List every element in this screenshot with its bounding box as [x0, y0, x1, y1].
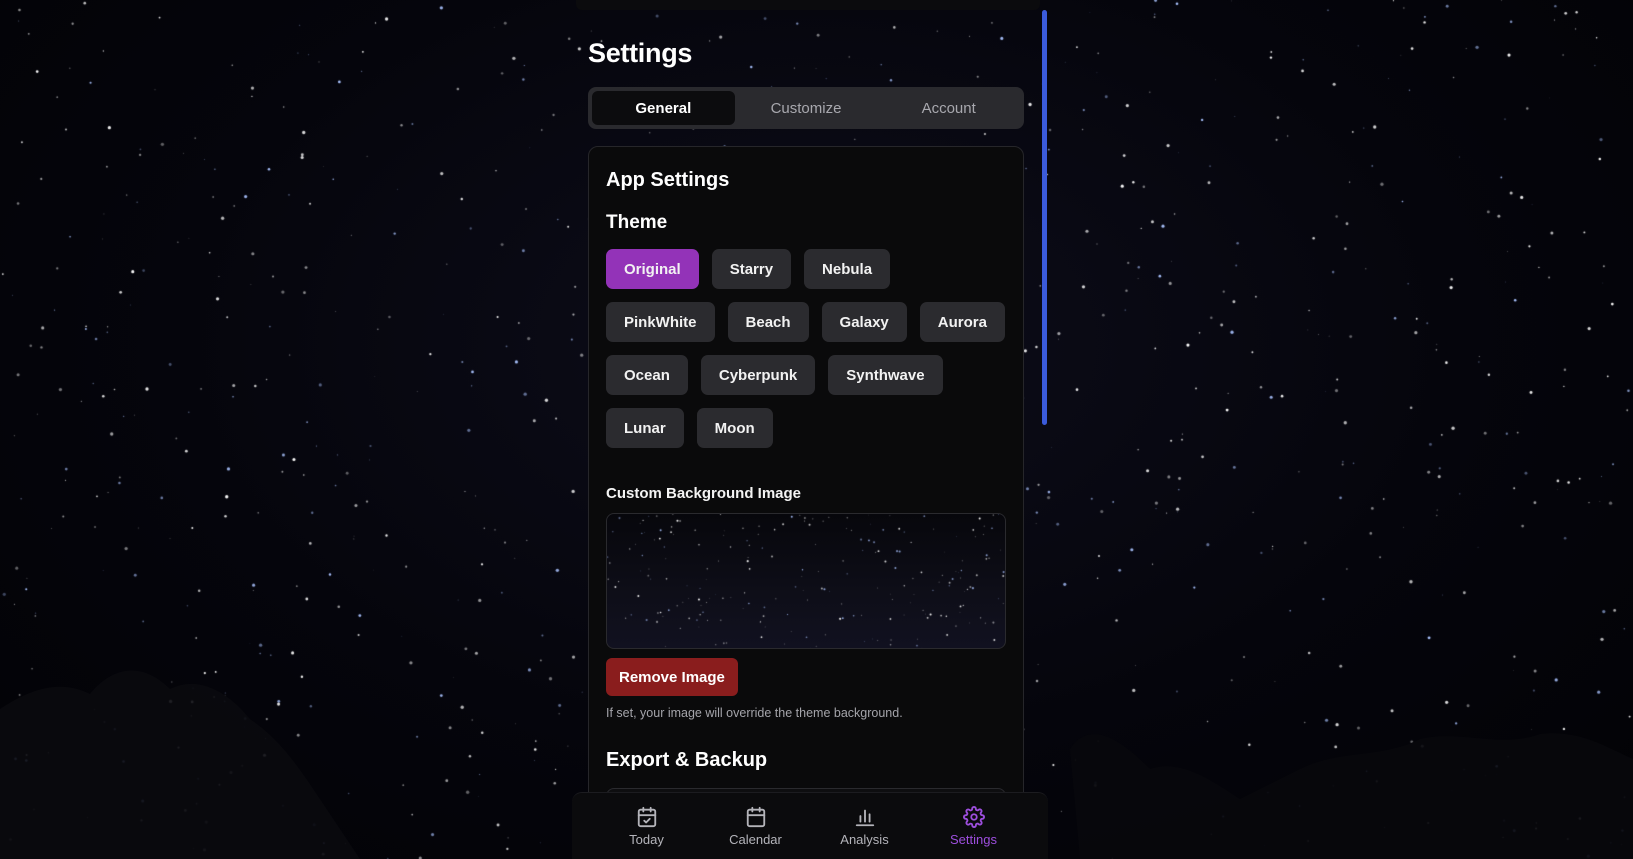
tab-general[interactable]: General [592, 91, 735, 125]
calendar-check-icon [637, 806, 656, 827]
theme-button-starry[interactable]: Starry [711, 249, 792, 289]
theme-button-original[interactable]: Original [606, 249, 699, 289]
background-hint: If set, your image will override the the… [606, 706, 903, 720]
theme-button-ocean[interactable]: Ocean [606, 355, 688, 395]
theme-button-aurora[interactable]: Aurora [919, 302, 1005, 342]
scrollbar-thumb[interactable] [1042, 10, 1047, 425]
theme-button-nebula[interactable]: Nebula [804, 249, 891, 289]
nav-item-calendar[interactable]: Calendar [716, 806, 796, 847]
nav-label-analysis: Analysis [840, 831, 889, 847]
page-title: Settings [588, 38, 693, 68]
settings-tabs: General Customize Account [588, 87, 1024, 129]
theme-button-moon[interactable]: Moon [696, 408, 773, 448]
export-backup-heading: Export & Backup [606, 749, 768, 771]
tab-account[interactable]: Account [877, 91, 1020, 125]
calendar-icon [746, 806, 765, 827]
theme-button-lunar[interactable]: Lunar [606, 408, 684, 448]
settings-panel: Settings General Customize Account App S… [572, 0, 1044, 859]
theme-button-beach[interactable]: Beach [727, 302, 809, 342]
custom-background-label: Custom Background Image [606, 485, 802, 502]
app-settings-title: App Settings [606, 169, 730, 191]
theme-options: Original Starry Nebula PinkWhite Beach G… [606, 249, 1006, 448]
nav-label-settings: Settings [950, 831, 997, 847]
nav-item-analysis[interactable]: Analysis [825, 806, 905, 847]
app-settings-card: App Settings Theme Original Starry Nebul… [588, 146, 1024, 806]
nav-item-settings[interactable]: Settings [934, 805, 1014, 847]
theme-button-cyberpunk[interactable]: Cyberpunk [700, 355, 816, 395]
bar-chart-icon [855, 809, 874, 826]
theme-heading: Theme [606, 212, 668, 233]
preview-starfield [607, 514, 1005, 648]
nav-label-today: Today [629, 831, 664, 847]
theme-button-galaxy[interactable]: Galaxy [821, 302, 907, 342]
nav-label-calendar: Calendar [729, 831, 782, 847]
bottom-navigation: Today Calendar Analysis Settings [572, 792, 1048, 859]
nav-item-today[interactable]: Today [607, 806, 687, 847]
theme-button-synthwave[interactable]: Synthwave [828, 355, 943, 395]
gear-icon [962, 805, 985, 828]
theme-button-pinkwhite[interactable]: PinkWhite [606, 302, 715, 342]
tab-customize[interactable]: Customize [735, 91, 878, 125]
background-image-preview[interactable] [606, 513, 1006, 649]
remove-image-button[interactable]: Remove Image [606, 658, 738, 696]
top-strip [576, 0, 1040, 10]
